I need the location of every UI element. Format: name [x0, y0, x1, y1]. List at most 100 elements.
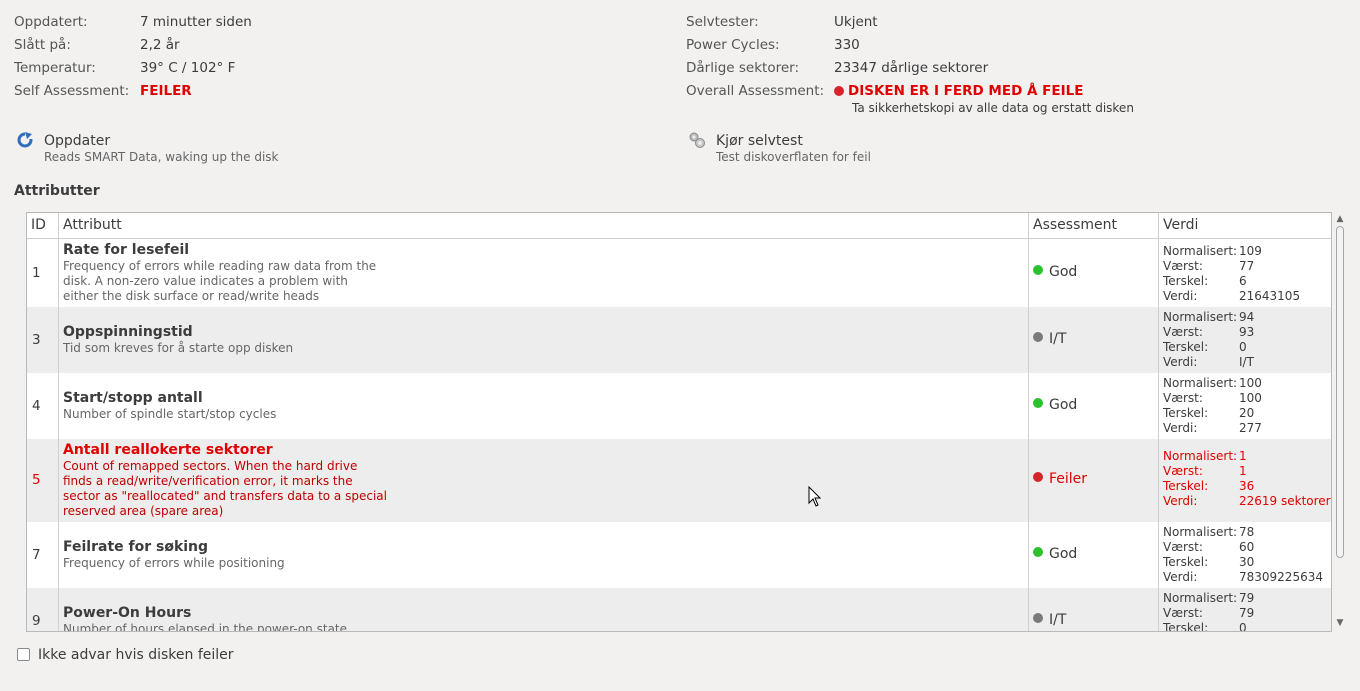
cell-value: Normalisert: 79 Værst: 79 Terskel: 0	[1163, 591, 1255, 632]
cell-id: 7	[32, 547, 41, 563]
threshold-value: 0	[1239, 621, 1247, 632]
column-divider	[58, 588, 59, 631]
value-key: Normalisert:	[1163, 244, 1238, 258]
value-key: Værst:	[1163, 259, 1203, 273]
value-key: Terskel:	[1163, 340, 1209, 354]
cell-id: 5	[32, 472, 41, 488]
cell-value: Normalisert: 1 Værst: 1 Terskel: 36 Verdi: 2…	[1163, 449, 1331, 509]
assessment-text: I/T	[1049, 331, 1067, 347]
value-key: Verdi:	[1163, 289, 1198, 303]
raw-value: 277	[1239, 421, 1262, 435]
overall-assessment: DISKEN ER I FERD MED Å FEILE Ta sikkerhe…	[834, 81, 1134, 115]
column-divider	[1158, 588, 1159, 631]
value-key: Terskel:	[1163, 406, 1209, 420]
info-value: Ukjent	[834, 14, 878, 30]
column-header-id[interactable]: ID	[27, 213, 59, 238]
raw-value: I/T	[1239, 355, 1254, 369]
info-overall-assessment-row: Overall Assessment: DISKEN ER I FERD MED…	[686, 81, 1346, 117]
overall-assessment-subtitle: Ta sikkerhetskopi av alle data og erstat…	[852, 101, 1134, 115]
column-divider	[1028, 307, 1029, 373]
table-scrollbar[interactable]: ▲ ▼	[1334, 212, 1346, 630]
attribute-name: Antall reallokerte sektorer	[63, 442, 273, 458]
status-na-dot-icon	[1033, 613, 1043, 623]
selftest-button-label: Kjør selvtest	[716, 133, 803, 149]
status-fail-dot-icon	[834, 86, 844, 96]
table-row[interactable]: 9 Power-On Hours Number of hours elapsed…	[27, 588, 1331, 632]
normalized-value: 78	[1239, 525, 1255, 539]
info-value: 2,2 år	[140, 37, 180, 53]
info-value: 7 minutter siden	[140, 14, 252, 30]
column-divider	[1028, 522, 1029, 588]
value-key: Terskel:	[1163, 555, 1209, 569]
attribute-description: sector as "reallocated" and transfers da…	[63, 489, 387, 503]
info-label: Oppdatert:	[14, 14, 88, 30]
info-powered-on-row: Slått på: 2,2 år	[14, 35, 614, 58]
table-row[interactable]: 5 Antall reallokerte sektorer Count of r…	[27, 439, 1331, 522]
attribute-description: Number of hours elapsed in the power-on …	[63, 622, 348, 632]
cell-value: Normalisert: 100 Værst: 100 Terskel: 20 Ver…	[1163, 376, 1262, 436]
status-good-dot-icon	[1033, 547, 1043, 557]
info-label: Selvtester:	[686, 14, 759, 30]
value-key: Normalisert:	[1163, 591, 1238, 605]
info-panel-right: Selvtester: Ukjent Power Cycles: 330 Dår…	[686, 12, 1346, 117]
info-panel-left: Oppdatert: 7 minutter siden Slått på: 2,…	[14, 12, 614, 104]
worst-value: 79	[1239, 606, 1255, 620]
gears-icon	[689, 132, 705, 148]
selftest-button-description: Test diskoverflaten for feil	[716, 150, 871, 164]
column-header-assessment[interactable]: Assessment	[1029, 213, 1159, 238]
value-key: Terskel:	[1163, 621, 1209, 632]
value-key: Værst:	[1163, 540, 1203, 554]
column-divider	[1028, 439, 1029, 522]
worst-value: 77	[1239, 259, 1255, 273]
normalized-value: 79	[1239, 591, 1255, 605]
cell-id: 1	[32, 265, 41, 281]
column-divider	[1158, 439, 1159, 522]
attribute-description: Frequency of errors while reading raw da…	[63, 259, 377, 273]
cell-value: Normalisert: 109 Værst: 77 Terskel: 6 Verdi…	[1163, 244, 1300, 304]
dont-warn-checkbox-label[interactable]: Ikke advar hvis disken feiler	[38, 647, 234, 663]
dont-warn-checkbox[interactable]	[17, 648, 30, 661]
worst-value: 60	[1239, 540, 1255, 554]
column-divider	[1158, 239, 1159, 307]
scroll-up-arrow-icon[interactable]: ▲	[1335, 214, 1345, 224]
cell-attribute: Rate for lesefeil Frequency of errors wh…	[63, 242, 393, 304]
attributes-table[interactable]: ID Attributt Assessment Verdi 1 Rate for…	[26, 212, 1332, 632]
value-key: Værst:	[1163, 391, 1203, 405]
worst-value: 93	[1239, 325, 1255, 339]
column-divider	[1158, 307, 1159, 373]
cell-attribute: Feilrate for søking Frequency of errors …	[63, 539, 393, 571]
info-value: 39° C / 102° F	[140, 60, 236, 76]
cell-attribute: Start/stopp antall Number of spindle sta…	[63, 390, 393, 422]
table-row[interactable]: 4 Start/stopp antall Number of spindle s…	[27, 373, 1331, 439]
info-label: Self Assessment:	[14, 83, 130, 99]
table-row[interactable]: 3 Oppspinningstid Tid som kreves for å s…	[27, 307, 1331, 373]
value-key: Normalisert:	[1163, 310, 1238, 324]
scroll-thumb[interactable]	[1336, 226, 1344, 558]
scroll-down-arrow-icon[interactable]: ▼	[1335, 618, 1345, 628]
column-divider	[1158, 373, 1159, 439]
info-value: 23347 dårlige sektorer	[834, 60, 989, 76]
column-header-value[interactable]: Verdi	[1159, 213, 1331, 238]
info-self-assessment-row: Self Assessment: FEILER	[14, 81, 614, 104]
attribute-description: reserved area (spare area)	[63, 504, 224, 518]
worst-value: 1	[1239, 464, 1247, 478]
column-divider	[1028, 588, 1029, 631]
table-row[interactable]: 7 Feilrate for søking Frequency of error…	[27, 522, 1331, 588]
cell-attribute: Oppspinningstid Tid som kreves for å sta…	[63, 324, 393, 356]
info-power-cycles-row: Power Cycles: 330	[686, 35, 1346, 58]
cell-attribute: Power-On Hours Number of hours elapsed i…	[63, 605, 393, 632]
cell-attribute: Antall reallokerte sektorer Count of rem…	[63, 442, 403, 519]
column-header-attribute[interactable]: Attributt	[59, 213, 1029, 238]
normalized-value: 100	[1239, 376, 1262, 390]
value-key: Verdi:	[1163, 570, 1198, 584]
info-selftests-row: Selvtester: Ukjent	[686, 12, 1346, 35]
normalized-value: 94	[1239, 310, 1255, 324]
attribute-description: Tid som kreves for å starte opp disken	[63, 341, 294, 355]
column-divider	[58, 307, 59, 373]
info-label: Temperatur:	[14, 60, 96, 76]
table-row[interactable]: 1 Rate for lesefeil Frequency of errors …	[27, 239, 1331, 307]
attribute-name: Oppspinningstid	[63, 324, 193, 340]
cell-id: 9	[32, 613, 41, 629]
attribute-description: disk. A non-zero value indicates a probl…	[63, 274, 348, 288]
status-good-dot-icon	[1033, 265, 1043, 275]
